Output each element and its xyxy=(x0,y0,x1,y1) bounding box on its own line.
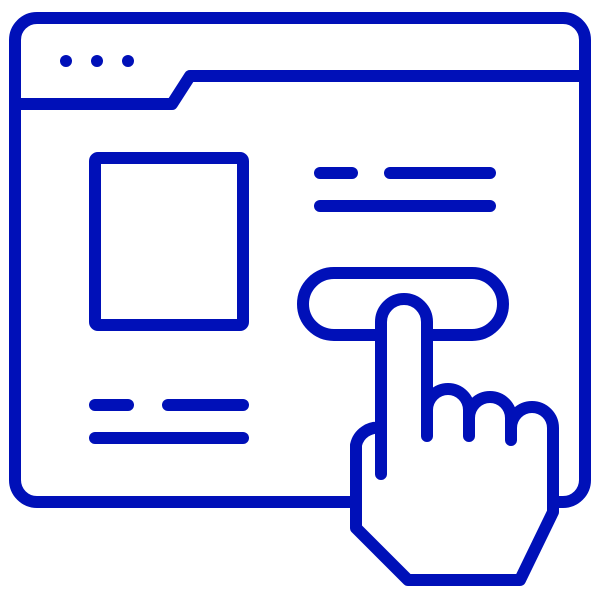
window-dot-3 xyxy=(122,55,134,67)
browser-tab-icon xyxy=(9,70,591,110)
web-page-click-icon xyxy=(9,12,591,586)
image-placeholder-icon xyxy=(89,152,249,331)
icon-canvas xyxy=(0,0,600,600)
text-lines-top-icon xyxy=(314,167,496,212)
window-dot-1 xyxy=(60,55,72,67)
window-dot-2 xyxy=(91,55,103,67)
window-control-dots-icon xyxy=(60,55,134,67)
pointing-hand-icon xyxy=(350,293,559,586)
text-lines-bottom-icon xyxy=(89,399,249,444)
